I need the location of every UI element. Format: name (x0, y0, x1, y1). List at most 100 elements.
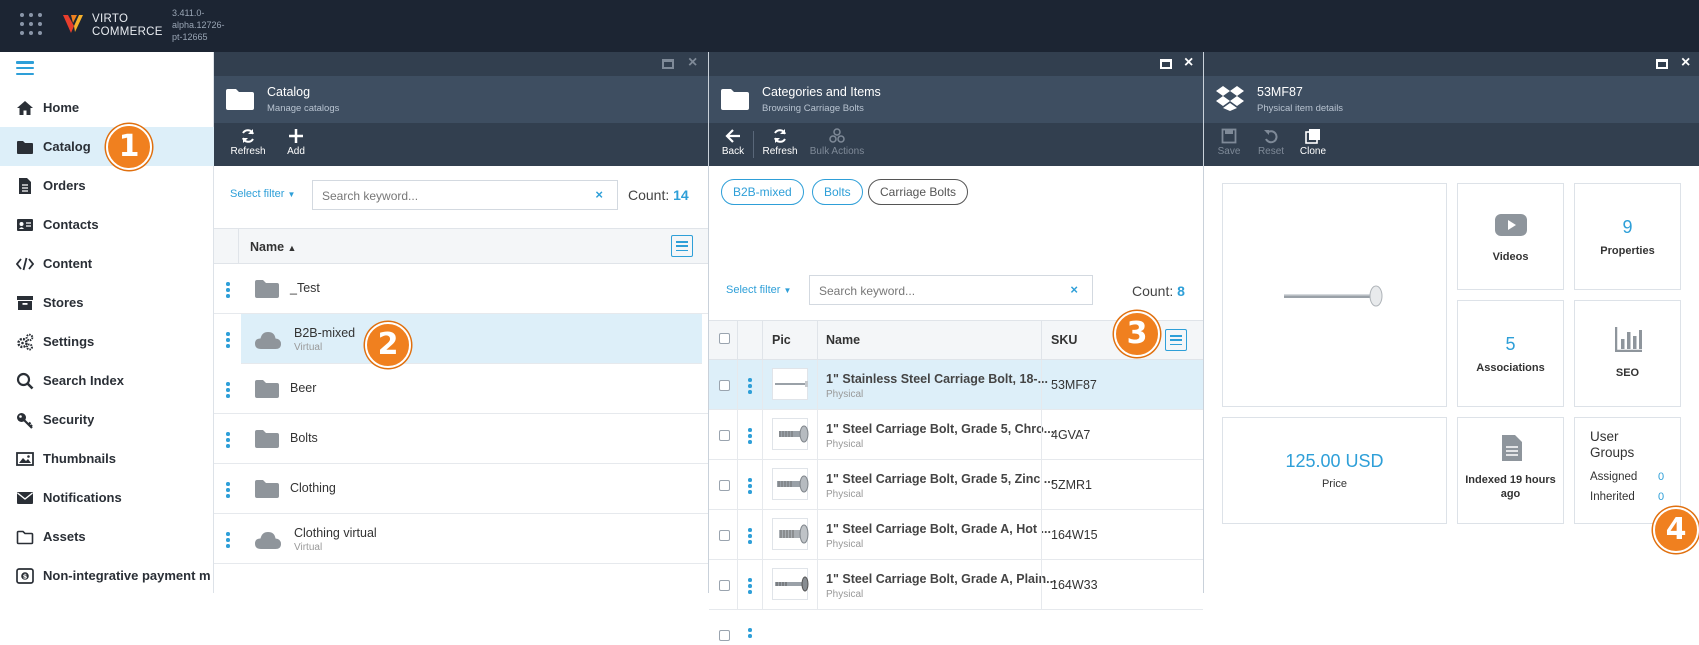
arrow-left-icon (725, 129, 740, 143)
maximize-icon[interactable] (1656, 59, 1668, 69)
clone-icon (1305, 129, 1320, 144)
catalog-row[interactable]: B2B-mixed Virtual (226, 314, 702, 364)
row-actions-icon[interactable] (748, 378, 752, 396)
column-name[interactable]: Name (826, 333, 860, 347)
row-actions-icon[interactable] (226, 432, 230, 450)
row-actions-icon[interactable] (748, 478, 752, 496)
maximize-icon[interactable] (1160, 59, 1172, 69)
item-name: 1" Steel Carriage Bolt, Grade A, Plain..… (826, 572, 1057, 586)
row-actions-icon[interactable] (748, 628, 752, 640)
sidebar-item-non-integrative-payment-m[interactable]: $ Non-integrative payment m (0, 556, 214, 595)
sidebar-item-thumbnails[interactable]: Thumbnails (0, 439, 214, 478)
row-actions-icon[interactable] (226, 382, 230, 400)
sidebar-item-contacts[interactable]: Contacts (0, 205, 214, 244)
table-row[interactable] (709, 610, 1203, 645)
table-row[interactable]: 1" Stainless Steel Carriage Bolt, 18-...… (709, 360, 1203, 410)
search-input[interactable]: Search keyword... × (312, 180, 618, 210)
close-icon[interactable]: × (1681, 55, 1690, 71)
table-row[interactable]: 1" Steel Carriage Bolt, Grade A, Hot ...… (709, 510, 1203, 560)
row-actions-icon[interactable] (226, 532, 230, 550)
row-actions-icon[interactable] (226, 282, 230, 300)
bulk-actions-button[interactable]: Bulk Actions (804, 123, 870, 166)
add-button[interactable]: Add (272, 123, 320, 166)
sidebar-item-label: Thumbnails (43, 451, 116, 466)
sidebar-item-settings[interactable]: Settings (0, 322, 214, 361)
row-actions-icon[interactable] (748, 578, 752, 596)
sidebar-item-home[interactable]: Home (0, 88, 214, 127)
associations-tile[interactable]: 5 Associations (1457, 300, 1564, 407)
product-image-tile[interactable] (1222, 183, 1447, 407)
reset-button[interactable]: Reset (1250, 123, 1292, 166)
row-checkbox[interactable] (719, 630, 730, 641)
folder-icon (255, 280, 279, 298)
properties-tile[interactable]: 9 Properties (1574, 183, 1681, 290)
catalog-row[interactable]: _Test (214, 264, 708, 314)
row-actions-icon[interactable] (226, 332, 230, 350)
refresh-icon (242, 129, 254, 143)
row-checkbox[interactable] (719, 380, 730, 391)
column-name[interactable]: Name ▲ (250, 240, 296, 254)
sidebar-item-stores[interactable]: Stores (0, 283, 214, 322)
catalog-row[interactable]: Clothing (214, 464, 708, 514)
select-filter-dropdown[interactable]: Select filter ▼ (726, 284, 791, 296)
price-tile[interactable]: 125.00 USD Price (1222, 417, 1447, 524)
row-checkbox[interactable] (719, 430, 730, 441)
sidebar-item-security[interactable]: Security (0, 400, 214, 439)
row-actions-icon[interactable] (226, 482, 230, 500)
table-row[interactable]: 1" Steel Carriage Bolt, Grade A, Plain..… (709, 560, 1203, 610)
column-sku[interactable]: SKU (1051, 333, 1077, 347)
catalog-name: _Test (290, 281, 320, 295)
item-sku: 164W33 (1051, 578, 1098, 592)
back-button[interactable]: Back (715, 123, 751, 166)
search-input[interactable]: Search keyword... × (809, 275, 1093, 305)
step-badge-1: 1 (106, 124, 152, 170)
sidebar-item-content[interactable]: Content (0, 244, 214, 283)
blade-toolbar: Refresh Add (214, 123, 708, 166)
catalog-row[interactable]: Bolts (214, 414, 708, 464)
table-row[interactable]: 1" Steel Carriage Bolt, Grade 5, Zinc ..… (709, 460, 1203, 510)
sidebar-item-label: Content (43, 256, 93, 271)
item-type: Physical (826, 489, 864, 500)
sidebar-item-orders[interactable]: Orders (0, 166, 214, 205)
sidebar-item-notifications[interactable]: Notifications (0, 478, 214, 517)
item-name: 1" Steel Carriage Bolt, Grade 5, Zinc ..… (826, 472, 1055, 486)
breadcrumb-item[interactable]: Bolts (812, 179, 863, 205)
maximize-icon[interactable] (662, 59, 674, 69)
row-actions-icon[interactable] (748, 528, 752, 546)
sidebar-item-search-index[interactable]: Search Index (0, 361, 214, 400)
clone-button[interactable]: Clone (1292, 123, 1334, 166)
select-all-checkbox[interactable] (719, 333, 730, 344)
close-icon[interactable]: × (688, 55, 697, 71)
row-checkbox[interactable] (719, 530, 730, 541)
clear-search-icon[interactable]: × (595, 187, 603, 202)
refresh-button[interactable]: Refresh (756, 123, 804, 166)
refresh-button[interactable]: Refresh (224, 123, 272, 166)
select-filter-dropdown[interactable]: Select filter ▼ (230, 188, 295, 200)
column-menu-icon[interactable] (1165, 329, 1187, 351)
id-card-icon (17, 218, 33, 231)
apps-grid-icon[interactable] (20, 13, 42, 35)
breadcrumb-item[interactable]: B2B-mixed (721, 179, 804, 205)
row-checkbox[interactable] (719, 580, 730, 591)
videos-tile[interactable]: Videos (1457, 183, 1564, 290)
menu-toggle-icon[interactable] (16, 61, 34, 75)
catalog-row[interactable]: Beer (214, 364, 708, 414)
catalog-row[interactable]: Clothing virtual Virtual (214, 514, 708, 564)
table-row[interactable]: 1" Steel Carriage Bolt, Grade 5, Chro...… (709, 410, 1203, 460)
breadcrumb-item[interactable]: Carriage Bolts (868, 179, 969, 205)
user-groups-tile[interactable]: User Groups Assigned 0 Inherited 0 (1574, 417, 1681, 524)
clear-search-icon[interactable]: × (1070, 282, 1078, 297)
close-icon[interactable]: × (1184, 55, 1193, 71)
save-button[interactable]: Save (1208, 123, 1250, 166)
folder-icon (255, 430, 279, 448)
seo-tile[interactable]: SEO (1574, 300, 1681, 407)
row-actions-icon[interactable] (748, 428, 752, 446)
archive-icon (17, 295, 33, 310)
blade-toolbar: Back Refresh Bulk Actions (709, 123, 1203, 166)
column-menu-icon[interactable] (671, 235, 693, 257)
sidebar-item-assets[interactable]: Assets (0, 517, 214, 556)
sidebar: Home Catalog Orders Contacts Content Stores Se… (0, 52, 214, 593)
index-status-tile[interactable]: Indexed 19 hours ago (1457, 417, 1564, 524)
row-checkbox[interactable] (719, 480, 730, 491)
column-pic[interactable]: Pic (772, 333, 791, 347)
